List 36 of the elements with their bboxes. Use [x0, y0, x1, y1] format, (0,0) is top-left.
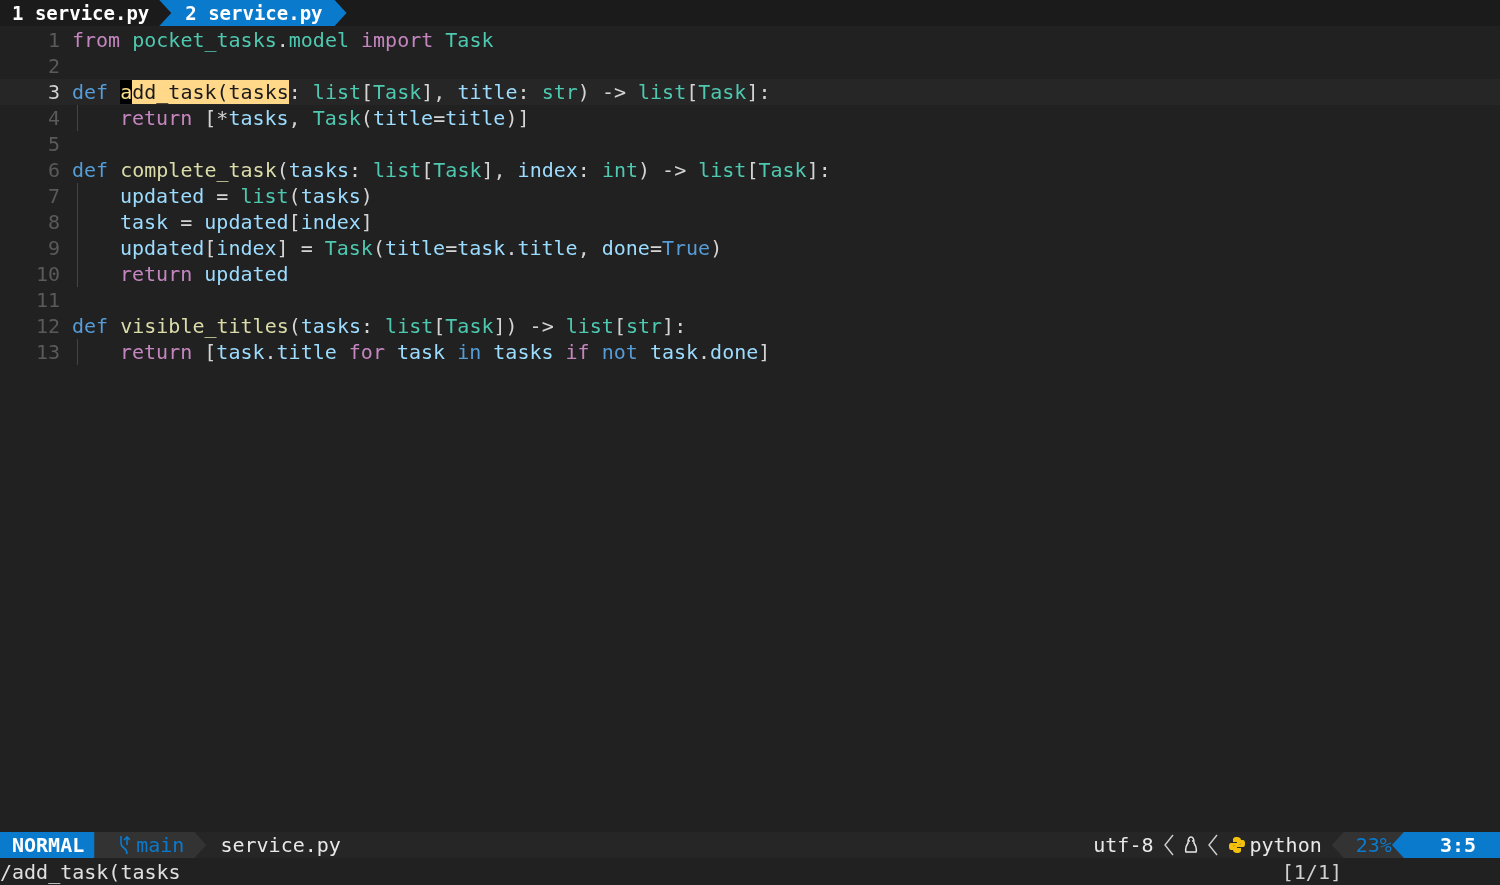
line-number: 11 — [34, 288, 61, 312]
python-icon — [1227, 836, 1246, 854]
code-line: return updated — [120, 262, 289, 286]
line-number: 5 — [46, 132, 61, 156]
code-line: def complete_task(tasks: list[Task], index: int) -> list[Task]: — [72, 158, 831, 182]
line-number: 8 — [46, 210, 61, 234]
chevron-separator-icon — [1163, 834, 1174, 856]
code-line: def visible_titles(tasks: list[Task]) -> list[str]: — [72, 314, 687, 338]
match-count: [1/1] — [1281, 859, 1342, 884]
branch-name: main — [136, 833, 185, 857]
line-number: 1 — [46, 28, 61, 52]
code-line: updated = list(tasks) — [120, 184, 373, 208]
chevron-separator-icon — [1207, 834, 1218, 856]
line-number: 6 — [46, 158, 61, 182]
line-number: 10 — [34, 262, 61, 286]
file-encoding: utf-8 — [1093, 833, 1154, 857]
code-line: return [*tasks, Task(title=title)] — [120, 106, 530, 130]
line-number: 12 — [34, 314, 61, 338]
code-line: updated[index] = Task(title=task.title, done=True) — [120, 236, 723, 260]
code-line: from pocket_tasks.model import Task — [72, 28, 494, 52]
code-line: def add_task(tasks: list[Task], title: str) -> list[Task]: — [72, 80, 771, 104]
code-line: return [task.title for task in tasks if not task.done] — [120, 340, 771, 364]
cursor-position: 3:5 — [1391, 832, 1500, 858]
code-line: task = updated[index] — [120, 210, 373, 234]
branch-icon — [118, 835, 131, 855]
line-number: 4 — [46, 106, 61, 130]
search-command: /add_task(tasks — [0, 859, 181, 884]
editor-tab[interactable]: 1 service.py — [0, 0, 162, 26]
line-number: 7 — [46, 184, 61, 208]
line-number: 2 — [46, 54, 61, 78]
line-number: 3 — [46, 80, 61, 104]
editor-tab[interactable]: 2 service.py — [159, 0, 347, 26]
file-type: python — [1249, 833, 1322, 857]
file-name: service.py — [220, 833, 341, 857]
line-number: 9 — [46, 236, 61, 260]
line-number: 13 — [34, 340, 61, 364]
